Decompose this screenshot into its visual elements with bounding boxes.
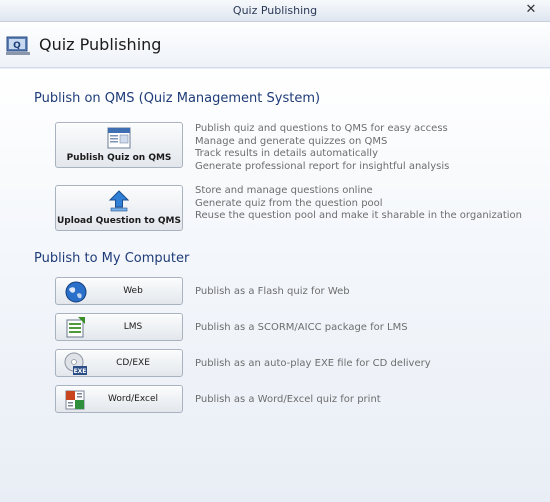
upload-question-label: Upload Question to QMS xyxy=(56,216,181,226)
page-title: Quiz Publishing xyxy=(39,35,162,54)
close-icon[interactable]: ✕ xyxy=(524,3,538,17)
word-excel-label: Word/Excel xyxy=(107,394,158,404)
qms-icon: Q xyxy=(6,36,30,55)
main-content: Publish on QMS (Quiz Management System) … xyxy=(0,69,550,502)
upload-arrow-icon xyxy=(108,190,130,212)
lms-description: Publish as a SCORM/AICC package for LMS xyxy=(195,322,408,333)
publish-quiz-label: Publish Quiz on QMS xyxy=(66,153,172,163)
upload-question-description: Store and manage questions online Genera… xyxy=(195,185,522,223)
word-excel-button[interactable]: Word/Excel xyxy=(55,385,183,413)
description-line: Generate quiz from the question pool xyxy=(195,197,383,209)
description-line: Store and manage questions online xyxy=(195,185,373,196)
description-line: Publish quiz and questions to QMS for ea… xyxy=(195,123,448,134)
cd-exe-description: Publish as an auto-play EXE file for CD … xyxy=(195,358,431,369)
window-titlebar: Quiz Publishing ✕ xyxy=(0,0,550,22)
description-line: Generate professional report for insight… xyxy=(195,160,450,172)
description-line: Reuse the question pool and make it shar… xyxy=(195,210,522,221)
publish-quiz-description: Publish quiz and questions to QMS for ea… xyxy=(195,123,449,173)
publish-quiz-on-qms-button[interactable]: Publish Quiz on QMS xyxy=(55,122,183,168)
section-title-computer: Publish to My Computer xyxy=(34,251,190,266)
page-header: Q Quiz Publishing xyxy=(0,22,550,68)
web-description: Publish as a Flash quiz for Web xyxy=(195,286,350,297)
lms-button[interactable]: LMS xyxy=(55,313,183,341)
qms-publish-icon xyxy=(107,127,131,149)
svg-text:Q: Q xyxy=(13,41,21,51)
web-label: Web xyxy=(123,286,143,296)
cd-exe-button[interactable]: EXE CD/EXE xyxy=(55,349,183,377)
upload-question-to-qms-button[interactable]: Upload Question to QMS xyxy=(55,185,183,231)
word-excel-description: Publish as a Word/Excel quiz for print xyxy=(195,394,381,405)
lms-label: LMS xyxy=(123,322,143,332)
web-button[interactable]: Web xyxy=(55,277,183,305)
cd-exe-label: CD/EXE xyxy=(116,358,150,368)
svg-text:EXE: EXE xyxy=(74,368,87,375)
description-line: Track results in details automatically xyxy=(195,148,378,159)
window-title: Quiz Publishing xyxy=(232,4,318,17)
description-line: Manage and generate quizzes on QMS xyxy=(195,135,388,147)
section-title-qms: Publish on QMS (Quiz Management System) xyxy=(34,91,321,106)
